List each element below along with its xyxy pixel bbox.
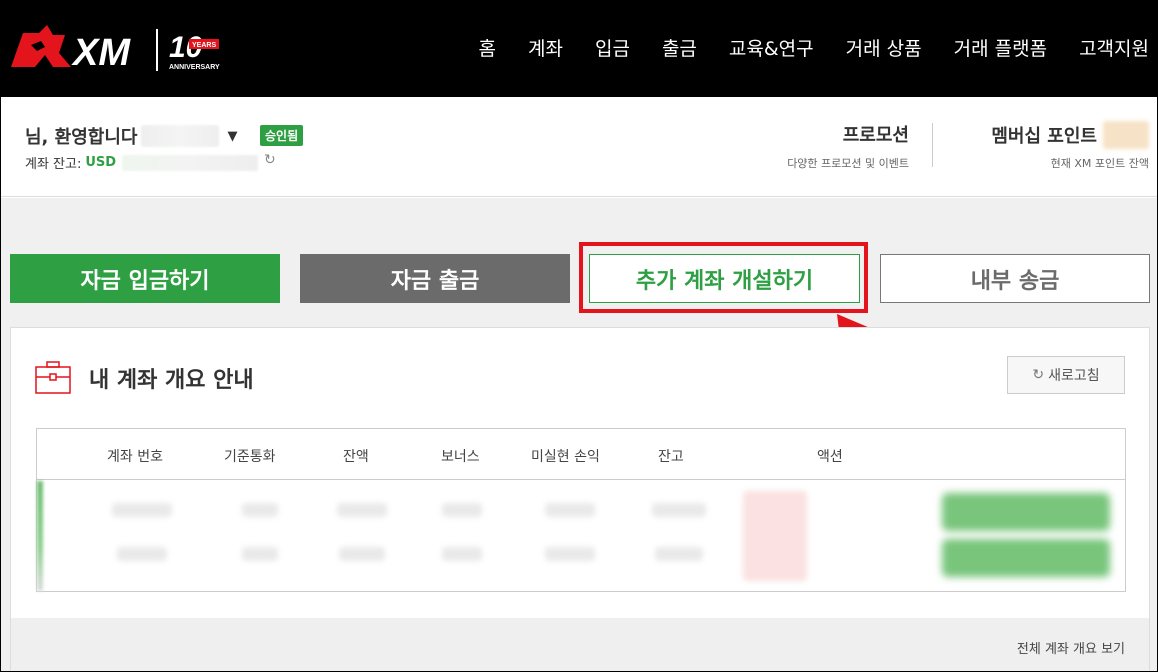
promotions-subtitle: 다양한 프로모션 및 이벤트 bbox=[787, 157, 909, 170]
membership-subtitle: 현재 XM 포인트 잔액 bbox=[1050, 157, 1149, 170]
account-balance: 계좌 잔고: USD bbox=[25, 153, 259, 172]
redacted-points bbox=[1103, 121, 1149, 149]
page-frame: XM 10 YEARS ANNIVERSARY 홈 계좌 입금 출금 교육&연구… bbox=[0, 0, 1158, 672]
column-header-balance: 잔액 bbox=[343, 449, 369, 465]
nav-item-support[interactable]: 고객지원 bbox=[1079, 34, 1149, 61]
nav-item-platforms[interactable]: 거래 플랫폼 bbox=[954, 34, 1047, 61]
redacted-cell bbox=[545, 503, 595, 517]
internal-transfer-button[interactable]: 내부 송금 bbox=[880, 254, 1150, 303]
column-header-base-currency: 기준통화 bbox=[224, 449, 276, 465]
account-overview-panel: 내 계좌 개요 안내 ↻ 새로고침 계좌 번호 기준통화 잔액 보너스 미실현 … bbox=[10, 327, 1150, 671]
redacted-cell bbox=[112, 503, 172, 517]
nav-item-products[interactable]: 거래 상품 bbox=[846, 34, 922, 61]
nav-item-education[interactable]: 교육&연구 bbox=[729, 34, 814, 61]
redacted-user-name bbox=[141, 125, 220, 147]
briefcase-icon bbox=[35, 361, 71, 394]
balance-label: 계좌 잔고: bbox=[25, 157, 82, 172]
redacted-action-icon[interactable] bbox=[743, 491, 807, 581]
redacted-cell bbox=[117, 547, 167, 561]
svg-text:YEARS: YEARS bbox=[192, 42, 216, 49]
refresh-icon[interactable]: ↻ bbox=[264, 152, 276, 168]
column-header-actions: 액션 bbox=[817, 449, 843, 465]
membership-title-text: 멤버십 포인트 bbox=[991, 126, 1097, 147]
xm-logo[interactable]: XM 10 YEARS ANNIVERSARY bbox=[9, 23, 229, 77]
redacted-cell bbox=[442, 503, 482, 517]
main-nav: 홈 계좌 입금 출금 교육&연구 거래 상품 거래 플랫폼 고객지원 bbox=[447, 34, 1149, 61]
top-navigation-bar: XM 10 YEARS ANNIVERSARY 홈 계좌 입금 출금 교육&연구… bbox=[1, 1, 1157, 97]
nav-item-accounts[interactable]: 계좌 bbox=[528, 34, 563, 61]
redacted-cell bbox=[242, 547, 278, 561]
divider bbox=[932, 123, 933, 167]
redacted-action-button[interactable] bbox=[942, 539, 1110, 577]
column-header-unrealized-pl: 미실현 손익 bbox=[531, 449, 600, 465]
redacted-cell bbox=[337, 503, 387, 517]
promotions-link[interactable]: 프로모션 다양한 프로모션 및 이벤트 bbox=[741, 121, 909, 171]
table-header: 계좌 번호 기준통화 잔액 보너스 미실현 손익 잔고 액션 bbox=[37, 429, 1125, 480]
accounts-table: 계좌 번호 기준통화 잔액 보너스 미실현 손익 잔고 액션 bbox=[36, 428, 1126, 592]
refresh-icon: ↻ bbox=[1032, 367, 1045, 383]
redacted-cell bbox=[442, 547, 482, 561]
caret-down-icon[interactable]: ▼ bbox=[227, 129, 237, 144]
table-row bbox=[37, 481, 1125, 591]
main-content: 자금 입금하기 자금 출금 추가 계좌 개설하기 내부 송금 내 계좌 개요 안… bbox=[1, 198, 1157, 671]
refresh-label: 새로고침 bbox=[1048, 368, 1100, 384]
nav-item-withdraw[interactable]: 출금 bbox=[662, 34, 697, 61]
user-greeting[interactable]: 님, 환영합니다 ▼ bbox=[25, 123, 237, 149]
nav-item-deposit[interactable]: 입금 bbox=[595, 34, 630, 61]
svg-text:XM: XM bbox=[71, 32, 131, 74]
deposit-funds-button[interactable]: 자금 입금하기 bbox=[10, 254, 280, 303]
status-badge: 승인됨 bbox=[260, 125, 304, 146]
promotions-title: 프로모션 bbox=[842, 125, 909, 146]
view-all-accounts-link[interactable]: 전체 계좌 개요 보기 bbox=[1017, 638, 1125, 657]
greeting-text: 님, 환영합니다 bbox=[25, 127, 138, 148]
svg-text:ANNIVERSARY: ANNIVERSARY bbox=[169, 64, 220, 71]
nav-item-home[interactable]: 홈 bbox=[479, 34, 496, 61]
open-additional-account-button[interactable]: 추가 계좌 개설하기 bbox=[589, 254, 860, 303]
balance-currency: USD bbox=[85, 155, 117, 170]
redacted-cell bbox=[242, 503, 278, 517]
redacted-balance bbox=[122, 154, 259, 171]
redacted-cell bbox=[339, 547, 385, 561]
overview-title: 내 계좌 개요 안내 bbox=[89, 368, 254, 393]
withdraw-funds-button[interactable]: 자금 출금 bbox=[300, 254, 570, 303]
refresh-button[interactable]: ↻ 새로고침 bbox=[1007, 356, 1125, 394]
column-header-bonus: 보너스 bbox=[441, 449, 480, 465]
account-info-bar: 님, 환영합니다 ▼ 승인됨 계좌 잔고: USD ↻ 프로모션 다양한 프로모… bbox=[1, 97, 1157, 197]
membership-title: 멤버십 포인트 bbox=[941, 121, 1149, 149]
redacted-cell bbox=[545, 547, 595, 561]
column-header-equity: 잔고 bbox=[658, 449, 684, 465]
redacted-cell bbox=[655, 547, 703, 561]
column-header-account-number: 계좌 번호 bbox=[107, 449, 163, 465]
panel-footer: 전체 계좌 개요 보기 bbox=[11, 618, 1149, 671]
redacted-action-button[interactable] bbox=[942, 493, 1110, 531]
row-accent bbox=[37, 481, 43, 591]
membership-points-link[interactable]: 멤버십 포인트 현재 XM 포인트 잔액 bbox=[941, 121, 1149, 171]
redacted-cell bbox=[652, 503, 706, 517]
